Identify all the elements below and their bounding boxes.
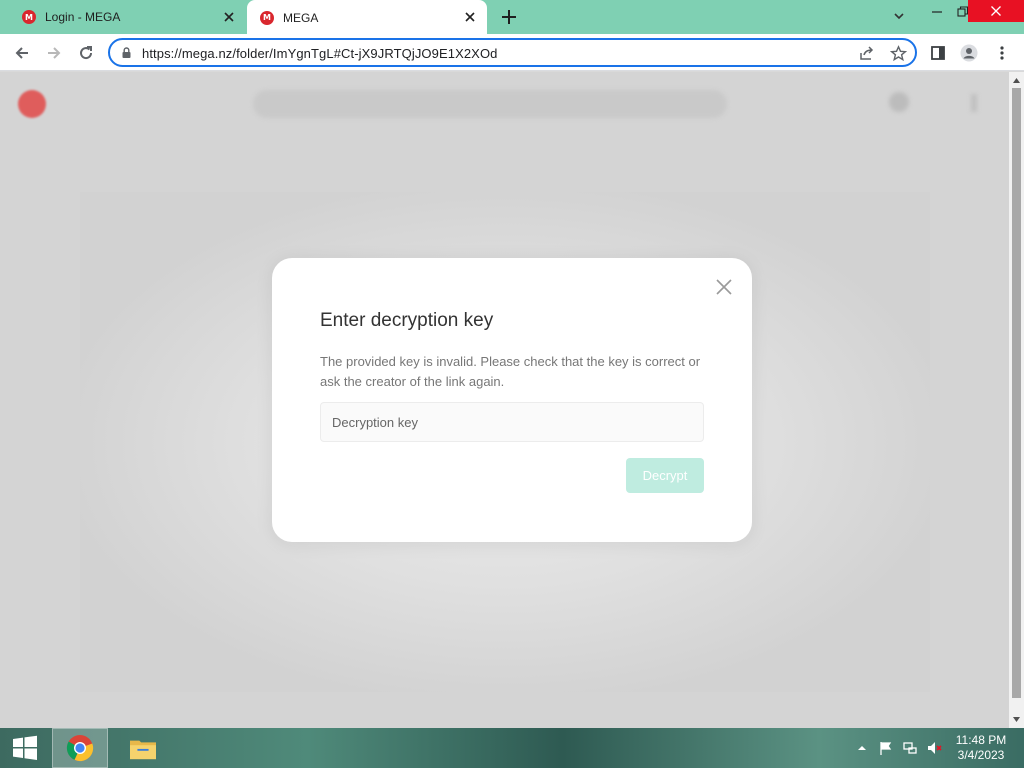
clock-time: 11:48 PM (955, 733, 1007, 747)
dialog-message: The provided key is invalid. Please chec… (320, 354, 701, 389)
scroll-down-arrow-icon[interactable] (1012, 715, 1021, 724)
decryption-key-input[interactable] (320, 402, 704, 442)
back-arrow-icon[interactable] (10, 41, 34, 65)
tab-title: Login - MEGA (45, 10, 121, 24)
page-scrollbar[interactable] (1009, 72, 1024, 728)
network-icon[interactable] (902, 740, 918, 756)
blurred-menu-icon (971, 94, 977, 112)
action-center-flag-icon[interactable] (878, 740, 894, 756)
clock-date: 3/4/2023 (957, 748, 1005, 762)
scrollbar-thumb[interactable] (1012, 88, 1021, 698)
decrypt-button[interactable]: Decrypt (626, 458, 704, 493)
lock-icon[interactable] (120, 46, 133, 59)
forward-arrow-icon[interactable] (42, 41, 66, 65)
window-close-icon[interactable] (968, 0, 1024, 22)
mega-logo-icon (18, 90, 46, 118)
scroll-up-arrow-icon[interactable] (1012, 76, 1021, 85)
chrome-icon (66, 735, 94, 762)
tab-close-icon[interactable] (221, 9, 237, 25)
reload-icon[interactable] (74, 41, 98, 65)
file-explorer-icon (130, 740, 156, 760)
tab-login-mega[interactable]: Login - MEGA (0, 0, 246, 34)
new-tab-plus-icon[interactable] (499, 7, 519, 27)
tab-strip: Login - MEGA MEGA (0, 0, 1024, 35)
dialog-title: Enter decryption key (320, 310, 494, 331)
side-panel-icon[interactable] (926, 41, 950, 65)
blurred-search-icon (889, 92, 909, 112)
profile-avatar-icon[interactable] (957, 41, 981, 65)
tab-mega[interactable]: MEGA (247, 0, 487, 35)
taskbar-clock[interactable]: 11:48 PM 3/4/2023 (948, 733, 1014, 763)
chrome-taskbar-button[interactable] (52, 728, 108, 768)
tab-close-icon[interactable] (462, 9, 478, 25)
system-tray (850, 728, 946, 768)
file-explorer-taskbar-button[interactable] (115, 728, 171, 768)
minimize-icon[interactable] (926, 0, 948, 24)
show-hidden-icons-icon[interactable] (854, 740, 870, 756)
windows-taskbar: 11:48 PM 3/4/2023 (0, 728, 1024, 768)
blurred-search-bar (253, 90, 727, 118)
dialog-close-icon[interactable] (714, 277, 734, 297)
volume-muted-icon[interactable] (926, 740, 942, 756)
share-icon[interactable] (858, 45, 875, 62)
mega-favicon-icon (260, 10, 274, 25)
tab-title: MEGA (283, 10, 319, 25)
windows-start-icon[interactable] (0, 728, 50, 768)
address-bar[interactable]: https://mega.nz/folder/ImYgnTgL#Ct-jX9JR… (108, 38, 917, 67)
mega-favicon-icon (22, 10, 36, 24)
url-text: https://mega.nz/folder/ImYgnTgL#Ct-jX9JR… (142, 46, 498, 61)
tab-search-chevron-down-icon[interactable] (889, 6, 909, 26)
bookmark-star-icon[interactable] (889, 45, 908, 62)
kebab-menu-icon[interactable] (990, 41, 1014, 65)
browser-toolbar: https://mega.nz/folder/ImYgnTgL#Ct-jX9JR… (0, 34, 1024, 71)
decryption-key-dialog: Enter decryption key The provided key is… (272, 258, 752, 542)
